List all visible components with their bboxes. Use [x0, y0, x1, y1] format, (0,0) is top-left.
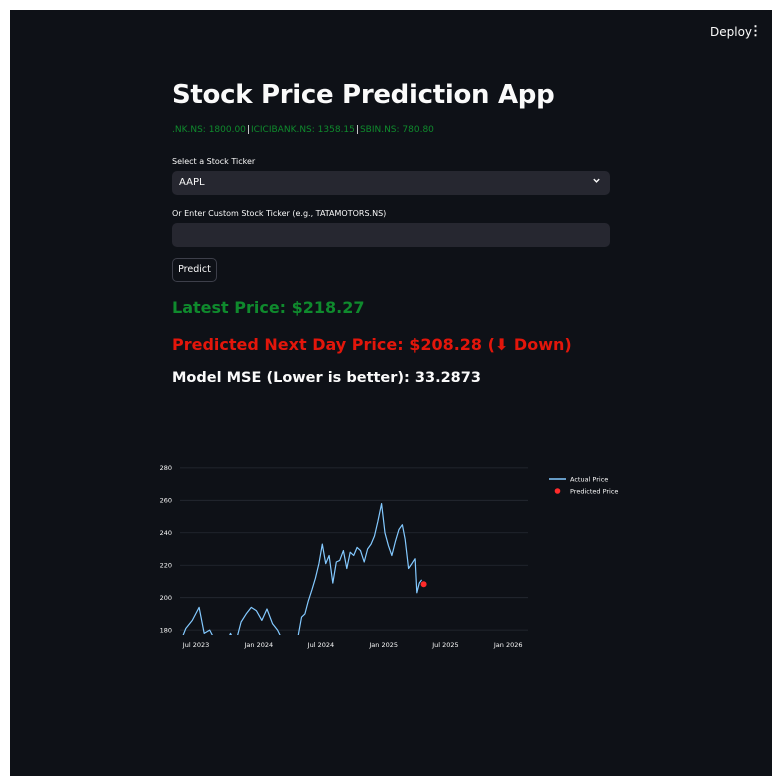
y-tick-label: 200: [160, 594, 172, 602]
y-tick-label: 280: [160, 464, 172, 472]
legend-label: Actual Price: [570, 476, 608, 484]
actual-price-line: [182, 502, 423, 635]
ticker-separator: |: [355, 125, 359, 135]
x-tick-label: Jan 2024: [243, 641, 273, 649]
x-tick-label: Jan 2026: [493, 641, 523, 649]
ticker-item: .NK.NS: 1800.00: [172, 125, 246, 135]
x-tick-label: Jul 2023: [182, 641, 209, 649]
ticker-item: ICICIBANK.NS: 1358.15: [250, 125, 355, 135]
x-tick-label: Jul 2024: [307, 641, 334, 649]
select-label: Select a Stock Ticker: [172, 157, 256, 166]
legend-label: Predicted Price: [570, 488, 618, 496]
model-mse: Model MSE (Lower is better): 33.2873: [172, 370, 481, 386]
stock-ticker-select[interactable]: AAPL: [172, 171, 610, 195]
y-tick-label: 220: [160, 561, 172, 569]
x-tick-label: Jan 2025: [368, 641, 398, 649]
page-title: Stock Price Prediction App: [172, 80, 555, 110]
custom-ticker-input[interactable]: [172, 223, 610, 247]
chevron-down-icon: [592, 176, 601, 188]
app-frame: Deploy ⋮ Stock Price Prediction App .NK.…: [10, 10, 772, 776]
price-chart: 180 200 220 240 260 280 Jul 2023 Jan 2024 Jul 20…: [160, 464, 618, 649]
deploy-button[interactable]: Deploy: [710, 25, 752, 39]
kebab-menu-icon[interactable]: ⋮: [749, 23, 762, 39]
predict-button[interactable]: Predict: [172, 258, 217, 282]
latest-price: Latest Price: $218.27: [172, 298, 365, 317]
predicted-price: Predicted Next Day Price: $208.28 (⬇ Dow…: [172, 335, 572, 354]
ticker-separator: |: [246, 125, 250, 135]
select-value: AAPL: [179, 177, 205, 188]
y-tick-label: 260: [160, 497, 172, 505]
y-tick-label: 240: [160, 529, 172, 537]
ticker-marquee: .NK.NS: 1800.00|ICICIBANK.NS: 1358.15|SB…: [172, 125, 612, 139]
legend-dot-swatch: [554, 488, 561, 494]
x-tick-label: Jul 2025: [431, 641, 458, 649]
y-tick-label: 180: [160, 626, 172, 634]
ticker-item: SBIN.NS: 780.80: [359, 125, 434, 135]
custom-ticker-label: Or Enter Custom Stock Ticker (e.g., TATA…: [172, 209, 387, 218]
predicted-price-point: [420, 581, 427, 588]
